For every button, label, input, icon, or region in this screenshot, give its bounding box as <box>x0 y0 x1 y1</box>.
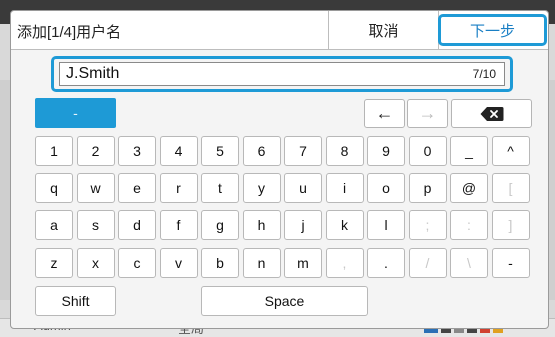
cancel-button[interactable]: 取消 <box>328 11 439 49</box>
key-0-4[interactable]: 5 <box>201 136 239 166</box>
key-2-11: ] <box>491 210 530 240</box>
key-0-9[interactable]: 0 <box>408 136 447 166</box>
arrow-left-icon: ← <box>375 103 394 123</box>
key-3-7: , <box>325 248 364 278</box>
key-3-3[interactable]: v <box>159 248 198 278</box>
key-3-9: / <box>408 248 447 278</box>
key-1-5[interactable]: y <box>242 173 281 203</box>
key-2-2[interactable]: d <box>118 210 156 240</box>
key-2-10: : <box>450 210 488 240</box>
key-2-9: ; <box>408 210 447 240</box>
key-1-4[interactable]: t <box>201 173 239 203</box>
key-2-1[interactable]: s <box>76 210 115 240</box>
key-3-0[interactable]: z <box>35 248 73 278</box>
key-1-1[interactable]: w <box>76 173 115 203</box>
arrow-right-icon: → <box>418 103 437 123</box>
key-0-1[interactable]: 2 <box>76 136 115 166</box>
key-2-4[interactable]: g <box>201 210 239 240</box>
key-3-8[interactable]: . <box>367 248 405 278</box>
key-0-5[interactable]: 6 <box>242 136 281 166</box>
backspace-icon <box>480 106 503 121</box>
shift-key[interactable]: Shift <box>35 286 116 316</box>
username-input-frame: J.Smith 7/10 <box>51 56 513 92</box>
key-1-0[interactable]: q <box>35 173 73 203</box>
key-0-0[interactable]: 1 <box>35 136 73 166</box>
key-0-8[interactable]: 9 <box>367 136 405 166</box>
key-2-8[interactable]: l <box>367 210 405 240</box>
key-3-5[interactable]: n <box>242 248 281 278</box>
key-0-7[interactable]: 8 <box>325 136 364 166</box>
key-2-5[interactable]: h <box>242 210 281 240</box>
key-0-10[interactable]: _ <box>450 136 488 166</box>
key-1-3[interactable]: r <box>159 173 198 203</box>
key-0-6[interactable]: 7 <box>284 136 322 166</box>
input-mode-key[interactable]: - <box>35 98 116 128</box>
keyboard-dialog: 添加[1/4]用户名 取消 下一步 J.Smith 7/10 - ← → 123… <box>10 10 549 329</box>
key-3-11[interactable]: - <box>491 248 530 278</box>
key-3-4[interactable]: b <box>201 248 239 278</box>
key-3-10: \ <box>450 248 488 278</box>
key-2-6[interactable]: j <box>284 210 322 240</box>
dialog-header: 添加[1/4]用户名 取消 下一步 <box>11 11 548 50</box>
key-3-2[interactable]: c <box>118 248 156 278</box>
key-0-2[interactable]: 3 <box>118 136 156 166</box>
key-2-0[interactable]: a <box>35 210 73 240</box>
key-0-11[interactable]: ^ <box>491 136 530 166</box>
backspace-key[interactable] <box>451 99 532 128</box>
key-1-9[interactable]: p <box>408 173 447 203</box>
key-3-6[interactable]: m <box>284 248 322 278</box>
key-1-6[interactable]: u <box>284 173 322 203</box>
background-left-edge <box>0 80 10 300</box>
key-1-11: [ <box>491 173 530 203</box>
space-key[interactable]: Space <box>201 286 368 316</box>
key-1-10[interactable]: @ <box>450 173 488 203</box>
cursor-left-key[interactable]: ← <box>364 99 405 128</box>
key-3-1[interactable]: x <box>76 248 115 278</box>
key-2-3[interactable]: f <box>159 210 198 240</box>
character-counter: 7/10 <box>472 67 496 81</box>
key-1-2[interactable]: e <box>118 173 156 203</box>
key-1-7[interactable]: i <box>325 173 364 203</box>
key-0-3[interactable]: 4 <box>159 136 198 166</box>
next-button[interactable]: 下一步 <box>438 14 547 46</box>
username-input[interactable]: J.Smith 7/10 <box>59 62 505 86</box>
cursor-right-key[interactable]: → <box>407 99 448 128</box>
username-input-value: J.Smith <box>66 65 120 82</box>
key-1-8[interactable]: o <box>367 173 405 203</box>
key-2-7[interactable]: k <box>325 210 364 240</box>
dialog-title: 添加[1/4]用户名 <box>17 24 122 41</box>
